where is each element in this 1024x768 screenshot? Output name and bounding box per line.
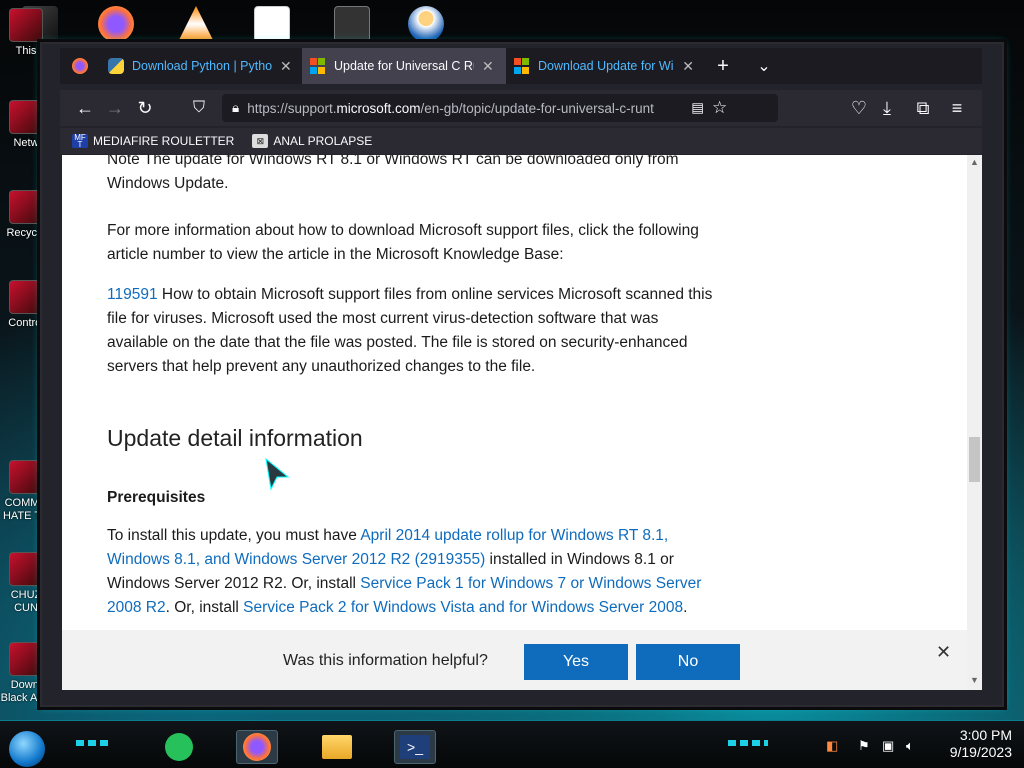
tab-download-update[interactable]: Download Update for Wind ✕ — [506, 48, 702, 84]
start-button[interactable] — [9, 731, 45, 767]
extensions-button[interactable]: ⧉ — [908, 98, 938, 119]
feedback-yes-button[interactable]: Yes — [524, 644, 628, 680]
taskbar-clock[interactable]: 3:00 PM 9/19/2023 — [934, 727, 1012, 761]
notes-taskbar-icon[interactable] — [158, 730, 200, 764]
back-button[interactable]: ← — [70, 98, 100, 119]
bookmark-icon: ⊠ — [252, 134, 269, 148]
tray-app-icon[interactable]: ◧ — [826, 738, 838, 754]
url-bar[interactable]: 🔒︎ https://support.microsoft.com/en-gb/t… — [222, 94, 778, 122]
tab-label: Update for Universal C Runt — [334, 59, 474, 73]
url-text[interactable]: https://support.microsoft.com/en-gb/topi… — [247, 101, 677, 116]
list-all-tabs-button[interactable]: ⌄ — [744, 48, 784, 84]
service-pack-2-link[interactable]: Service Pack 2 for Windows Vista and for… — [243, 599, 683, 616]
article-content: Note The update for Windows RT 8.1 or Wi… — [62, 155, 967, 630]
desktop-shortcut-icon — [9, 100, 43, 134]
tab-pinned-firefox[interactable] — [60, 48, 100, 84]
bookmark-mediafire[interactable]: MF T MEDIAFIRE ROULETTER — [72, 134, 234, 149]
taskbar-decoration — [76, 740, 112, 746]
network-icon[interactable]: ▣ — [882, 738, 894, 754]
firefox-desktop-icon[interactable] — [98, 6, 134, 42]
bookmark-item[interactable]: ⊠ ANAL PROLAPSE — [252, 134, 372, 148]
tab-label: Download Update for Wind — [538, 59, 675, 73]
page-scrollbar[interactable]: ▲ ▼ — [967, 155, 982, 690]
close-tab-icon[interactable]: ✕ — [482, 58, 494, 75]
tab-label: Download Python | Python — [132, 59, 272, 73]
desktop-shortcut-icon — [9, 8, 43, 42]
file-explorer-taskbar-icon[interactable] — [316, 730, 358, 764]
taskbar — [0, 720, 1024, 768]
desktop-shortcut-icon — [9, 552, 43, 586]
scrollbar-thumb[interactable] — [969, 437, 980, 482]
python-icon — [108, 58, 124, 74]
user-desktop-icon[interactable] — [408, 6, 444, 42]
new-tab-button[interactable]: + — [702, 48, 744, 84]
reload-button[interactable]: ↻ — [130, 98, 160, 119]
downloads-button[interactable]: ⤓ — [872, 98, 902, 119]
tab-python[interactable]: Download Python | Python ✕ — [100, 48, 302, 84]
action-center-flag-icon[interactable]: ⚑ — [858, 738, 870, 754]
feedback-question: Was this information helpful? — [283, 652, 488, 669]
mouse-cursor-icon — [265, 457, 290, 491]
vlc-desktop-icon[interactable] — [178, 6, 214, 42]
volume-icon[interactable]: 🔈︎ — [906, 738, 914, 754]
desktop-app-icon-5[interactable] — [334, 6, 370, 42]
scroll-up-arrow[interactable]: ▲ — [970, 157, 979, 167]
close-tab-icon[interactable]: ✕ — [280, 58, 292, 75]
tab-bar: Download Python | Python ✕ Update for Un… — [60, 48, 982, 84]
section-heading: Update detail information — [107, 425, 363, 451]
feedback-bar: Was this information helpful? Yes No ✕ — [62, 630, 967, 690]
firefox-taskbar-icon[interactable] — [236, 730, 278, 764]
close-tab-icon[interactable]: ✕ — [682, 58, 694, 75]
desktop-shortcut-icon — [9, 642, 43, 676]
reader-view-icon[interactable]: ▤ — [691, 100, 704, 116]
desktop-shortcut-icon — [9, 190, 43, 224]
tab-update-universal-c-runtime[interactable]: Update for Universal C Runt ✕ — [302, 48, 506, 84]
desktop-shortcut-icon — [9, 280, 43, 314]
clock-time: 3:00 PM — [959, 727, 1012, 743]
forward-button[interactable]: → — [100, 98, 130, 119]
lock-icon[interactable]: 🔒︎ — [232, 100, 239, 116]
bookmark-star-icon[interactable]: ☆ — [712, 98, 727, 118]
close-icon[interactable]: ✕ — [936, 642, 951, 663]
scroll-down-arrow[interactable]: ▼ — [970, 675, 979, 685]
microsoft-icon — [514, 58, 530, 74]
tracking-protection-icon[interactable]: ⛉ — [184, 99, 214, 117]
prerequisites-heading: Prerequisites — [107, 489, 206, 506]
firefox-icon — [72, 58, 88, 74]
note-paragraph: Note The update for Windows RT 8.1 or Wi… — [107, 155, 679, 192]
feedback-no-button[interactable]: No — [636, 644, 740, 680]
powershell-taskbar-icon[interactable]: >_ — [394, 730, 436, 764]
taskbar-decoration — [728, 740, 768, 746]
mediafire-icon: MF T — [72, 134, 88, 149]
info-paragraph: For more information about how to downlo… — [107, 222, 699, 263]
kb-paragraph: 119591 How to obtain Microsoft support f… — [107, 286, 713, 375]
desktop-shortcut-icon — [9, 460, 43, 494]
microsoft-icon — [310, 58, 326, 74]
kb-119591-link[interactable]: 119591 — [107, 286, 158, 303]
hxd-desktop-icon[interactable] — [254, 6, 290, 42]
menu-button[interactable]: ≡ — [942, 98, 972, 119]
clock-date: 9/19/2023 — [949, 744, 1012, 760]
bookmarks-toolbar: MF T MEDIAFIRE ROULETTER ⊠ ANAL PROLAPSE — [60, 128, 982, 154]
pocket-icon[interactable]: ♡ — [844, 98, 874, 119]
prerequisites-paragraph: To install this update, you must have Ap… — [107, 527, 702, 616]
